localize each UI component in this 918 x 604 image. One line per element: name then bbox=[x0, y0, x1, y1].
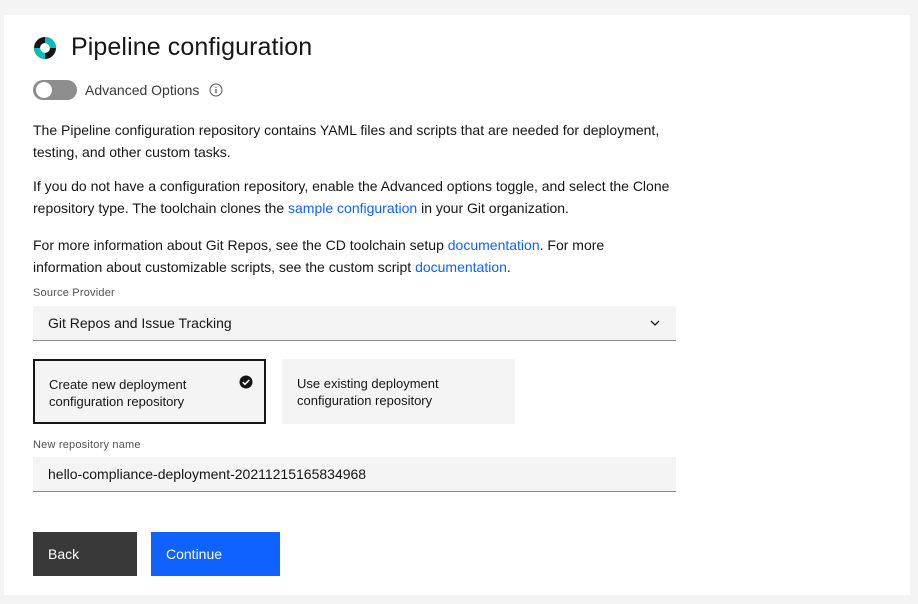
repo-name-input[interactable]: hello-compliance-deployment-202112151658… bbox=[33, 457, 676, 492]
repo-name-value: hello-compliance-deployment-202112151658… bbox=[48, 466, 367, 482]
text: in your Git organization. bbox=[417, 200, 569, 216]
info-icon[interactable] bbox=[209, 83, 223, 97]
chevron-down-icon bbox=[650, 320, 660, 326]
sample-configuration-link[interactable]: sample configuration bbox=[288, 200, 417, 216]
repo-name-label: New repository name bbox=[33, 439, 141, 451]
toolchain-ring-icon bbox=[34, 36, 56, 59]
back-button[interactable]: Back bbox=[33, 532, 137, 576]
create-new-repo-tile[interactable]: Create new deployment configuration repo… bbox=[33, 359, 266, 424]
source-provider-value: Git Repos and Issue Tracking bbox=[48, 315, 232, 331]
tile-label: Use existing deployment configuration re… bbox=[297, 376, 439, 408]
advanced-options-row: Advanced Options bbox=[33, 80, 223, 100]
text: . bbox=[506, 259, 511, 275]
advanced-options-label: Advanced Options bbox=[85, 82, 200, 98]
advanced-options-toggle[interactable] bbox=[33, 80, 77, 100]
continue-button[interactable]: Continue bbox=[151, 532, 280, 576]
description-paragraph-1: The Pipeline configuration repository co… bbox=[33, 122, 660, 160]
description-paragraph-2: If you do not have a configuration repos… bbox=[33, 175, 673, 219]
custom-script-documentation-link[interactable]: documentation bbox=[415, 259, 507, 275]
toggle-knob bbox=[36, 82, 52, 98]
source-provider-label: Source Provider bbox=[33, 287, 115, 299]
source-provider-select[interactable]: Git Repos and Issue Tracking bbox=[33, 306, 676, 341]
checkmark-filled-icon bbox=[239, 375, 253, 389]
page-title: Pipeline configuration bbox=[71, 33, 313, 61]
toolchain-setup-documentation-link[interactable]: documentation bbox=[448, 237, 540, 253]
tile-label: Create new deployment configuration repo… bbox=[49, 377, 187, 409]
use-existing-repo-tile[interactable]: Use existing deployment configuration re… bbox=[282, 359, 515, 424]
description-paragraph-3: For more information about Git Repos, se… bbox=[33, 234, 673, 278]
config-panel bbox=[4, 15, 910, 595]
header: Pipeline configuration bbox=[33, 33, 312, 62]
text: For more information about Git Repos, se… bbox=[33, 237, 448, 253]
